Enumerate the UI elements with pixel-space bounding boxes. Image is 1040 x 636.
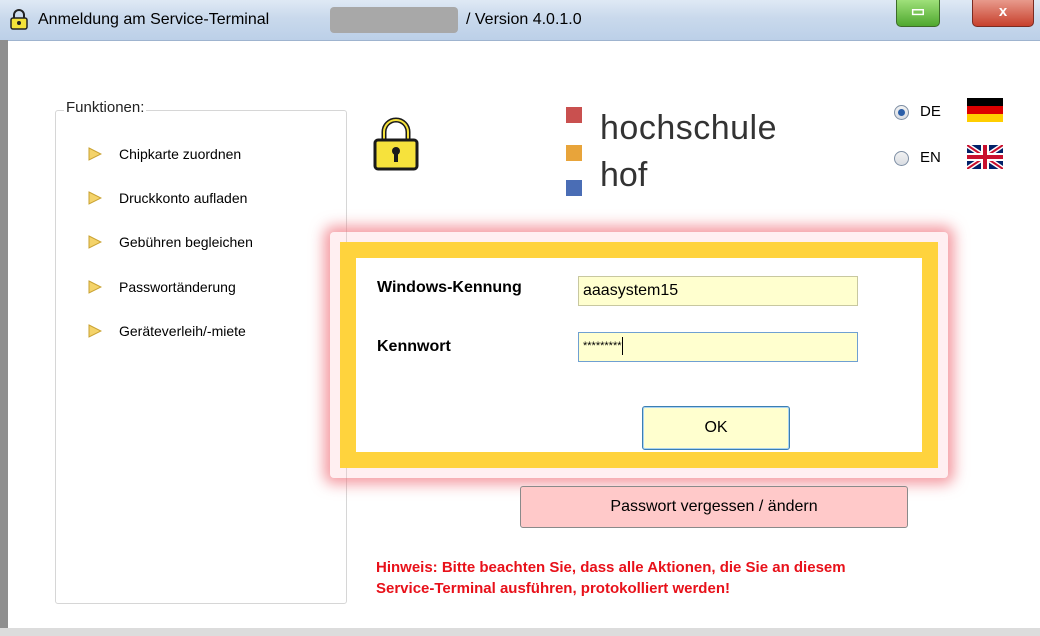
radio-de[interactable] (894, 105, 909, 120)
menu-item-label: Gebühren begleichen (119, 234, 253, 250)
notice-line-2: Service-Terminal ausführen, protokollier… (376, 580, 730, 597)
logo-text-hof: hof (600, 156, 648, 194)
username-input[interactable] (578, 276, 858, 306)
close-icon: x (998, 3, 1008, 20)
menu-item-label: Geräteverleih/-miete (119, 323, 246, 339)
password-label: Kennwort (377, 338, 451, 355)
menu-item-passwortaenderung[interactable]: Passwortänderung (88, 276, 236, 298)
logo-square-orange (566, 145, 582, 161)
minimize-button[interactable]: ▭ (896, 0, 940, 27)
menu-item-chipkarte[interactable]: Chipkarte zuordnen (88, 143, 241, 165)
notice-line-1: Hinweis: Bitte beachten Sie, dass alle A… (376, 559, 846, 576)
text-caret (621, 337, 623, 356)
lang-label-en: EN (920, 149, 941, 166)
logo-square-blue (566, 180, 582, 196)
radio-en[interactable] (894, 151, 909, 166)
lock-icon (10, 9, 28, 30)
menu-item-geraeteverleih[interactable]: Geräteverleih/-miete (88, 320, 246, 342)
lang-label-de: DE (920, 103, 941, 120)
window-border-left (0, 40, 8, 636)
window-title: Anmeldung am Service-Terminal (38, 11, 270, 28)
password-input[interactable]: ********* (578, 332, 858, 362)
redacted-region (330, 7, 458, 33)
arrow-right-icon (88, 280, 102, 294)
password-value: ********* (583, 340, 622, 352)
uk-flag-icon[interactable] (967, 145, 1003, 169)
arrow-right-icon (88, 324, 102, 338)
functions-legend: Funktionen: (64, 99, 147, 116)
menu-item-label: Druckkonto aufladen (119, 190, 248, 206)
logo-square-red (566, 107, 582, 123)
minimize-icon: ▭ (910, 3, 926, 20)
menu-item-gebuehren[interactable]: Gebühren begleichen (88, 231, 253, 253)
functions-group (55, 110, 347, 604)
padlock-icon (373, 117, 419, 171)
close-button[interactable]: x (972, 0, 1034, 27)
arrow-right-icon (88, 191, 102, 205)
username-label: Windows-Kennung (377, 279, 522, 296)
window-version: / Version 4.0.1.0 (466, 11, 582, 28)
logging-notice: Hinweis: Bitte beachten Sie, dass alle A… (376, 557, 996, 599)
menu-item-label: Chipkarte zuordnen (119, 146, 242, 162)
germany-flag-icon[interactable] (967, 98, 1003, 122)
logo-text-hochschule: hochschule (600, 109, 778, 147)
window-border-bottom (0, 628, 1040, 636)
menu-item-druckkonto[interactable]: Druckkonto aufladen (88, 187, 247, 209)
title-bar: Anmeldung am Service-Terminal / Version … (0, 0, 1040, 41)
arrow-right-icon (88, 235, 102, 249)
forgot-password-button[interactable]: Passwort vergessen / ändern (520, 486, 908, 528)
menu-item-label: Passwortänderung (119, 279, 236, 295)
arrow-right-icon (88, 147, 102, 161)
ok-button[interactable]: OK (642, 406, 790, 450)
